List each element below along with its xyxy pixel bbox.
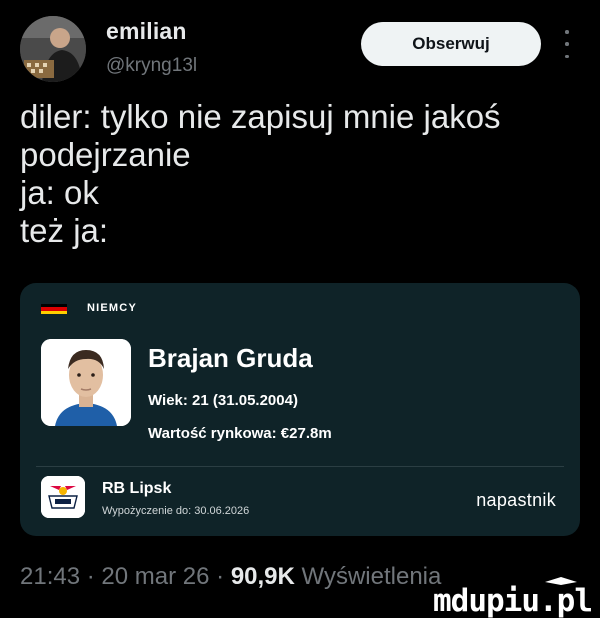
player-age: Wiek: 21 (31.05.2004) — [148, 392, 298, 409]
tweet-text: diler: tylko nie zapisuj mnie jakoś pode… — [20, 98, 580, 250]
club-logo — [41, 476, 85, 518]
player-card[interactable]: NIEMCY Brajan Gruda Wiek: 21 (31.05.2004… — [20, 283, 580, 536]
germany-flag-icon — [41, 304, 67, 314]
player-photo — [41, 339, 131, 426]
tweet-line: podejrzanie — [20, 136, 191, 173]
card-divider — [36, 466, 564, 467]
views-count: 90,9K — [230, 563, 295, 590]
club-name: RB Lipsk — [102, 480, 172, 497]
loan-info: Wypożyczenie do: 30.06.2026 — [102, 505, 250, 517]
user-avatar[interactable] — [20, 16, 86, 82]
meta-separator: · — [216, 563, 225, 590]
follow-button[interactable]: Obserwuj — [361, 22, 541, 66]
player-market-value: Wartość rynkowa: €27.8m — [148, 425, 332, 442]
more-vertical-icon[interactable] — [561, 30, 573, 58]
tweet-meta: 21:43 · 20 mar 26 · 90,9K Wyświetlenia — [20, 563, 441, 591]
tweet-line: też ja: — [20, 212, 109, 249]
tweet-date[interactable]: 20 mar 26 — [101, 563, 209, 590]
player-position: napastnik — [476, 490, 556, 510]
meta-separator: · — [86, 563, 95, 590]
player-country: NIEMCY — [87, 302, 137, 314]
site-watermark: mdupiu.pl — [433, 583, 593, 618]
tweet-line: diler: tylko nie zapisuj mnie jakoś — [20, 98, 501, 135]
tweet-time[interactable]: 21:43 — [20, 563, 80, 590]
user-handle[interactable]: @kryng13l — [106, 55, 197, 77]
views-label: Wyświetlenia — [301, 563, 442, 590]
tweet-line: ja: ok — [20, 174, 99, 211]
player-name: Brajan Gruda — [148, 343, 313, 373]
display-name[interactable]: emilian — [106, 18, 187, 45]
